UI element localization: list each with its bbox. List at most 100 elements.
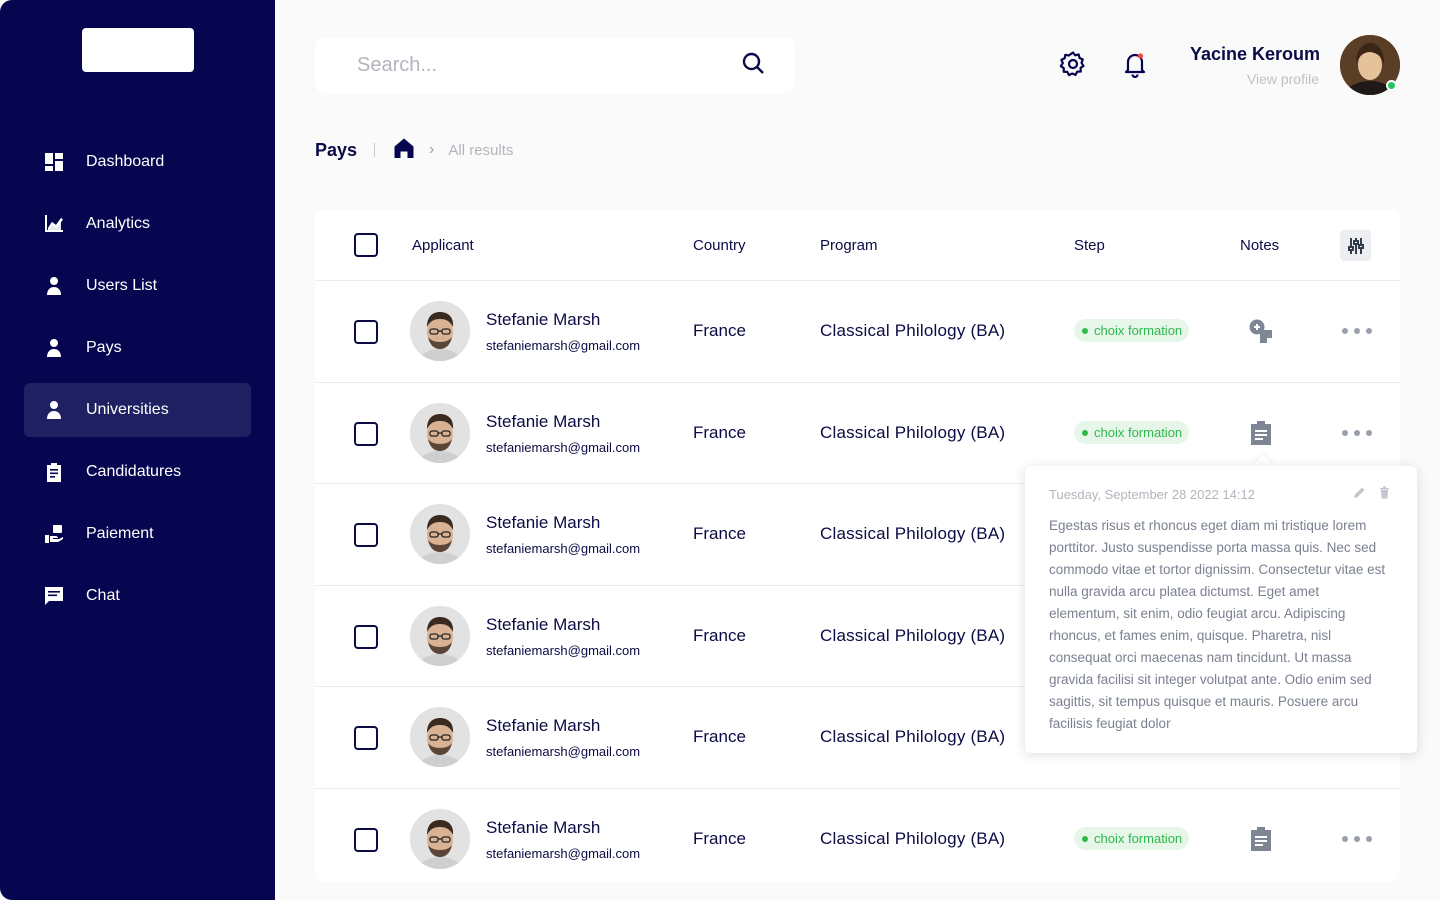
user-icon bbox=[44, 276, 64, 296]
dot bbox=[1342, 429, 1348, 436]
gear-icon[interactable] bbox=[1059, 50, 1087, 78]
sidebar-item-label: Pays bbox=[86, 339, 122, 356]
popover-arrow bbox=[1252, 455, 1274, 466]
status-badge: choix formation bbox=[1074, 319, 1190, 342]
applicant-country: France bbox=[693, 625, 746, 645]
sidebar-item-label: Candidatures bbox=[86, 463, 182, 480]
applicant-country: France bbox=[693, 828, 746, 848]
sidebar-item-label: Dashboard bbox=[86, 153, 165, 170]
page-title: Pays bbox=[315, 139, 358, 160]
logo[interactable] bbox=[82, 28, 194, 72]
sidebar-item-pays[interactable]: Pays bbox=[24, 321, 251, 375]
dot bbox=[1366, 835, 1372, 842]
clipboard-note-icon[interactable] bbox=[1248, 420, 1274, 446]
breadcrumb: Pays › All results bbox=[315, 137, 513, 163]
sidebar-item-label: Users List bbox=[86, 277, 158, 294]
applicant-program: Classical Philology (BA) bbox=[820, 828, 1006, 848]
applicant-email: stefaniemarsh@gmail.com bbox=[486, 439, 641, 455]
applicant-avatar bbox=[410, 504, 470, 564]
applicant-avatar bbox=[410, 707, 470, 767]
applicant-email: stefaniemarsh@gmail.com bbox=[486, 845, 641, 861]
applicant-name[interactable]: Stefanie Marsh bbox=[486, 716, 600, 736]
applicant-name[interactable]: Stefanie Marsh bbox=[486, 412, 600, 432]
sidebar: Dashboard Analytics Users List Pays Univ… bbox=[0, 0, 275, 900]
table-row: Stefanie Marsh stefaniemarsh@gmail.com F… bbox=[315, 281, 1400, 383]
applicant-name[interactable]: Stefanie Marsh bbox=[486, 818, 600, 838]
row-checkbox[interactable] bbox=[354, 726, 378, 750]
dashboard-icon bbox=[44, 152, 64, 172]
applicant-program: Classical Philology (BA) bbox=[820, 727, 1006, 746]
note-actions bbox=[1353, 486, 1391, 499]
profile-name: Yacine Keroum bbox=[1189, 44, 1320, 64]
select-all-checkbox[interactable] bbox=[354, 233, 378, 257]
trash-icon[interactable] bbox=[1378, 486, 1391, 499]
header-step[interactable]: Step bbox=[1074, 237, 1105, 254]
sidebar-item-universities[interactable]: Universities bbox=[24, 383, 251, 437]
more-options-button[interactable] bbox=[1342, 423, 1372, 443]
dot bbox=[1342, 835, 1348, 842]
applicant-avatar bbox=[410, 402, 470, 463]
view-profile-link[interactable]: View profile bbox=[1247, 71, 1319, 87]
status-badge: choix formation bbox=[1074, 420, 1190, 444]
sidebar-item-analytics[interactable]: Analytics bbox=[24, 197, 251, 251]
user-icon bbox=[44, 338, 64, 358]
applicant-avatar bbox=[410, 808, 470, 869]
sidebar-item-candidatures[interactable]: Candidatures bbox=[24, 445, 251, 499]
sidebar-item-paiement[interactable]: Paiement bbox=[24, 507, 251, 561]
applicant-name[interactable]: Stefanie Marsh bbox=[486, 513, 600, 533]
applicant-email: stefaniemarsh@gmail.com bbox=[486, 541, 641, 556]
table-header: Applicant Country Program Step Notes bbox=[315, 209, 1400, 281]
sliders-icon bbox=[1347, 237, 1364, 254]
row-checkbox[interactable] bbox=[354, 827, 378, 852]
clipboard-icon bbox=[44, 462, 64, 482]
chevron-right-icon: › bbox=[429, 141, 435, 158]
dot bbox=[1366, 429, 1372, 436]
note-date: Tuesday, September 28 2022 14:12 bbox=[1049, 487, 1255, 502]
header-program[interactable]: Program bbox=[820, 237, 878, 254]
applicant-avatar bbox=[410, 301, 470, 361]
sidebar-nav: Dashboard Analytics Users List Pays Univ… bbox=[24, 135, 251, 631]
dot bbox=[1354, 835, 1360, 842]
applicant-program: Classical Philology (BA) bbox=[820, 625, 1006, 645]
row-checkbox[interactable] bbox=[354, 421, 378, 446]
sidebar-item-users-list[interactable]: Users List bbox=[24, 259, 251, 313]
column-settings-button[interactable] bbox=[1340, 230, 1371, 261]
row-checkbox[interactable] bbox=[354, 624, 378, 649]
dot bbox=[1354, 328, 1360, 334]
header-notes[interactable]: Notes bbox=[1240, 237, 1279, 254]
chat-icon bbox=[44, 586, 64, 606]
sidebar-item-label: Universities bbox=[86, 401, 169, 418]
search-input[interactable] bbox=[357, 53, 741, 77]
home-icon[interactable] bbox=[393, 137, 415, 164]
applicant-name[interactable]: Stefanie Marsh bbox=[486, 615, 600, 635]
clipboard-note-icon[interactable] bbox=[1248, 826, 1274, 852]
applicant-email: stefaniemarsh@gmail.com bbox=[486, 338, 641, 353]
row-checkbox[interactable] bbox=[354, 523, 378, 547]
sidebar-item-chat[interactable]: Chat bbox=[24, 569, 251, 623]
sidebar-item-label: Paiement bbox=[86, 525, 154, 542]
header-applicant[interactable]: Applicant bbox=[412, 237, 474, 254]
payment-icon bbox=[44, 524, 64, 544]
more-options-button[interactable] bbox=[1342, 829, 1372, 849]
status-badge: choix formation bbox=[1074, 826, 1190, 850]
bell-icon[interactable] bbox=[1121, 50, 1149, 79]
dot bbox=[1342, 328, 1348, 334]
applicant-avatar bbox=[410, 605, 470, 666]
search-icon[interactable] bbox=[741, 51, 765, 80]
analytics-icon bbox=[44, 214, 64, 234]
breadcrumb-current[interactable]: All results bbox=[448, 142, 513, 159]
applicant-country: France bbox=[693, 727, 746, 746]
sidebar-item-dashboard[interactable]: Dashboard bbox=[24, 135, 251, 189]
add-note-icon[interactable] bbox=[1248, 318, 1274, 344]
table-row: Stefanie Marsh stefaniemarsh@gmail.com F… bbox=[315, 789, 1400, 883]
applicant-email: stefaniemarsh@gmail.com bbox=[486, 744, 641, 759]
edit-icon[interactable] bbox=[1353, 486, 1366, 499]
row-checkbox[interactable] bbox=[354, 320, 378, 344]
applicant-country: France bbox=[693, 422, 746, 442]
more-options-button[interactable] bbox=[1342, 321, 1372, 341]
breadcrumb-divider bbox=[374, 143, 376, 157]
header-country[interactable]: Country bbox=[693, 237, 746, 254]
applicant-name[interactable]: Stefanie Marsh bbox=[486, 310, 600, 330]
applicant-program: Classical Philology (BA) bbox=[820, 321, 1006, 340]
note-popover: Tuesday, September 28 2022 14:12 Egestas… bbox=[1025, 466, 1417, 753]
